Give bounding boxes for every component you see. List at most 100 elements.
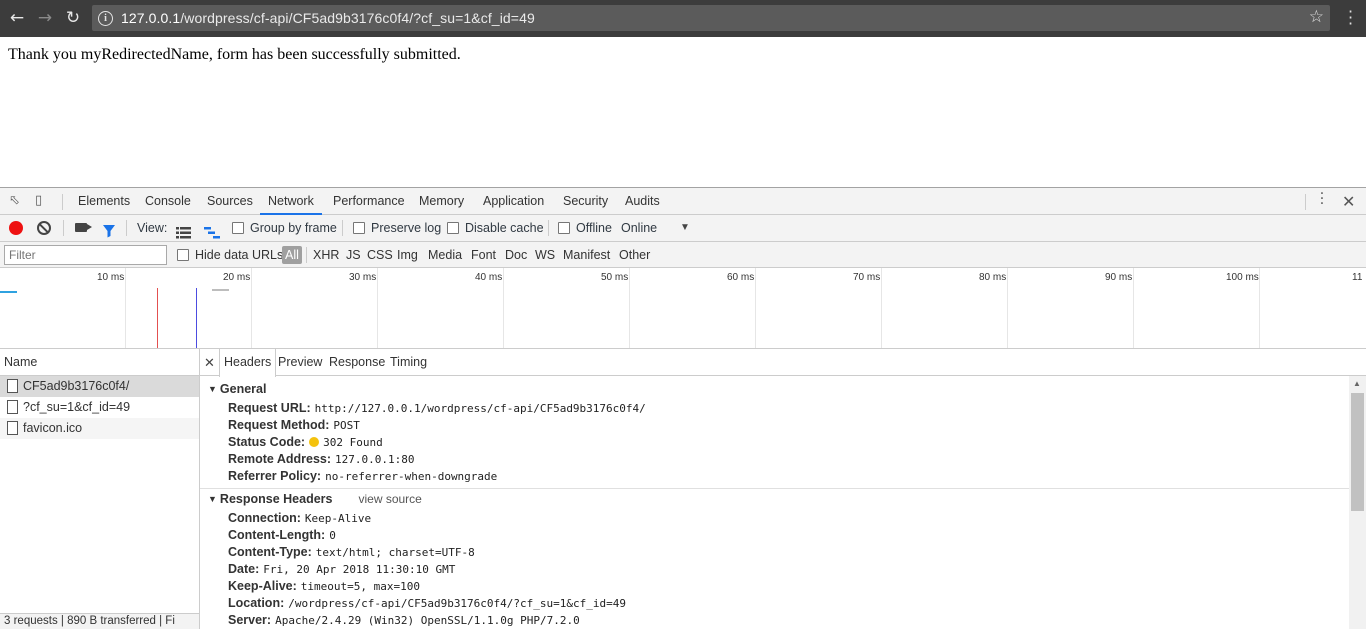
tab-application[interactable]: Application bbox=[483, 188, 544, 215]
success-message: Thank you myRedirectedName, form has bee… bbox=[8, 46, 461, 63]
filter-type-img[interactable]: Img bbox=[397, 242, 418, 268]
inspect-element-icon[interactable]: ⬁ bbox=[9, 194, 25, 208]
header-row: Referrer Policy: no-referrer-when-downgra… bbox=[228, 469, 498, 483]
dom-content-loaded-line bbox=[196, 288, 197, 348]
filter-input[interactable]: Filter bbox=[4, 245, 167, 265]
record-icon[interactable] bbox=[9, 221, 23, 235]
triangle-down-icon: ▼ bbox=[208, 384, 217, 394]
tab-console[interactable]: Console bbox=[145, 188, 191, 215]
header-row: Request URL: http://127.0.0.1/wordpress/c… bbox=[228, 401, 646, 415]
filter-funnel-icon[interactable] bbox=[102, 221, 116, 238]
bookmark-star-icon[interactable]: ☆ bbox=[1309, 7, 1324, 27]
address-bar[interactable]: i 127.0.0.1/wordpress/cf-api/CF5ad9b3176… bbox=[92, 5, 1330, 31]
divider bbox=[63, 220, 64, 236]
timeline-tick-label: 10 ms bbox=[97, 272, 125, 283]
disable-cache-checkbox[interactable] bbox=[447, 222, 459, 234]
close-devtools-icon[interactable]: ✕ bbox=[1342, 192, 1355, 211]
preserve-log-checkbox[interactable] bbox=[353, 222, 365, 234]
general-section-header[interactable]: ▼ General bbox=[208, 382, 266, 396]
request-row[interactable]: ?cf_su=1&cf_id=49 bbox=[0, 397, 199, 418]
chevron-down-icon[interactable]: ▼ bbox=[680, 215, 690, 241]
waterfall-overview-icon[interactable] bbox=[204, 222, 220, 239]
scrollbar-thumb[interactable] bbox=[1351, 393, 1364, 511]
header-row: Connection: Keep-Alive bbox=[228, 511, 372, 525]
section-divider bbox=[200, 488, 1349, 489]
group-by-frame-checkbox[interactable] bbox=[232, 222, 244, 234]
preserve-log-label[interactable]: Preserve log bbox=[371, 215, 441, 241]
info-icon[interactable]: i bbox=[98, 10, 113, 26]
network-toolbar: View: Group by frame Preserve log Disabl… bbox=[0, 215, 1366, 242]
timeline-gridline bbox=[1133, 268, 1134, 348]
request-detail-pane: ✕ Headers Preview Response Timing ▼ Gener… bbox=[200, 349, 1366, 629]
divider bbox=[342, 220, 343, 236]
hide-data-urls-label[interactable]: Hide data URLs bbox=[195, 242, 283, 268]
network-overview-timeline[interactable]: 10 ms 20 ms 30 ms 40 ms 50 ms 60 ms 70 m… bbox=[0, 268, 1366, 349]
group-by-frame-label[interactable]: Group by frame bbox=[250, 215, 337, 241]
throttling-select[interactable]: Online bbox=[621, 215, 657, 241]
tab-security[interactable]: Security bbox=[563, 188, 608, 215]
divider bbox=[306, 247, 307, 263]
timeline-tick-label: 50 ms bbox=[601, 272, 629, 283]
filter-type-xhr[interactable]: XHR bbox=[313, 242, 339, 268]
devtools-menu-icon[interactable]: · · · bbox=[1318, 187, 1326, 211]
request-row[interactable]: CF5ad9b3176c0f4/ bbox=[0, 376, 199, 397]
file-icon bbox=[7, 379, 18, 393]
tab-memory[interactable]: Memory bbox=[419, 188, 464, 215]
filter-type-media[interactable]: Media bbox=[428, 242, 462, 268]
tab-audits[interactable]: Audits bbox=[625, 188, 660, 215]
status-indicator-icon bbox=[309, 437, 320, 447]
tab-preview[interactable]: Preview bbox=[278, 349, 322, 376]
tab-elements[interactable]: Elements bbox=[78, 188, 130, 215]
devtools-panel: ⬁ ▯ Elements Console Sources Network Per… bbox=[0, 187, 1366, 629]
detail-scrollbar[interactable]: ▲ bbox=[1349, 376, 1366, 629]
timeline-tick-label: 40 ms bbox=[475, 272, 503, 283]
device-toolbar-icon[interactable]: ▯ bbox=[35, 194, 51, 208]
name-column-header[interactable]: Name bbox=[0, 349, 199, 376]
tab-response[interactable]: Response bbox=[329, 349, 385, 376]
tab-network[interactable]: Network bbox=[260, 188, 322, 215]
hide-data-urls-checkbox[interactable] bbox=[177, 249, 189, 261]
filter-type-manifest[interactable]: Manifest bbox=[563, 242, 610, 268]
filter-type-doc[interactable]: Doc bbox=[505, 242, 527, 268]
filter-type-ws[interactable]: WS bbox=[535, 242, 555, 268]
request-row[interactable]: favicon.ico bbox=[0, 418, 199, 439]
filter-type-other[interactable]: Other bbox=[619, 242, 650, 268]
divider bbox=[1305, 194, 1306, 210]
reload-icon[interactable]: ↻ bbox=[62, 8, 84, 30]
screenshot-camera-icon[interactable] bbox=[75, 223, 92, 232]
tab-timing[interactable]: Timing bbox=[390, 349, 427, 376]
timeline-gridline bbox=[1007, 268, 1008, 348]
back-arrow-icon[interactable]: ← bbox=[6, 8, 28, 30]
filter-type-font[interactable]: Font bbox=[471, 242, 496, 268]
tab-headers[interactable]: Headers bbox=[219, 349, 277, 377]
timeline-gridline bbox=[881, 268, 882, 348]
view-source-link[interactable]: view source bbox=[358, 492, 421, 506]
tab-sources[interactable]: Sources bbox=[207, 188, 253, 215]
divider bbox=[126, 220, 127, 236]
clear-icon[interactable] bbox=[37, 221, 51, 235]
large-rows-icon[interactable] bbox=[176, 222, 191, 239]
timeline-tick-label: 90 ms bbox=[1105, 272, 1133, 283]
address-url[interactable]: 127.0.0.1/wordpress/cf-api/CF5ad9b3176c0… bbox=[121, 10, 535, 26]
close-icon[interactable]: ✕ bbox=[204, 349, 215, 376]
header-row: Server: Apache/2.4.29 (Win32) OpenSSL/1.1… bbox=[228, 613, 580, 627]
tab-performance[interactable]: Performance bbox=[333, 188, 405, 215]
page-content: Thank you myRedirectedName, form has bee… bbox=[0, 37, 1366, 187]
forward-arrow-icon[interactable]: → bbox=[34, 8, 56, 30]
file-icon bbox=[7, 421, 18, 435]
disable-cache-label[interactable]: Disable cache bbox=[465, 215, 544, 241]
request-name: ?cf_su=1&cf_id=49 bbox=[23, 400, 131, 414]
offline-checkbox[interactable] bbox=[558, 222, 570, 234]
timeline-gridline bbox=[503, 268, 504, 348]
offline-label[interactable]: Offline bbox=[576, 215, 612, 241]
filter-type-css[interactable]: CSS bbox=[367, 242, 393, 268]
timeline-tick-label: 100 ms bbox=[1226, 272, 1259, 283]
request-name: CF5ad9b3176c0f4/ bbox=[23, 379, 130, 393]
scroll-up-icon[interactable]: ▲ bbox=[1353, 379, 1361, 388]
network-summary: 3 requests | 890 B transferred | Fi bbox=[0, 613, 199, 629]
response-headers-section-header[interactable]: ▼ Response Headers view source bbox=[208, 492, 422, 506]
filter-type-all[interactable]: All bbox=[282, 246, 302, 264]
filter-type-js[interactable]: JS bbox=[346, 242, 361, 268]
timeline-request-bar bbox=[0, 291, 17, 293]
browser-menu-icon[interactable]: · · · bbox=[1348, 4, 1353, 32]
